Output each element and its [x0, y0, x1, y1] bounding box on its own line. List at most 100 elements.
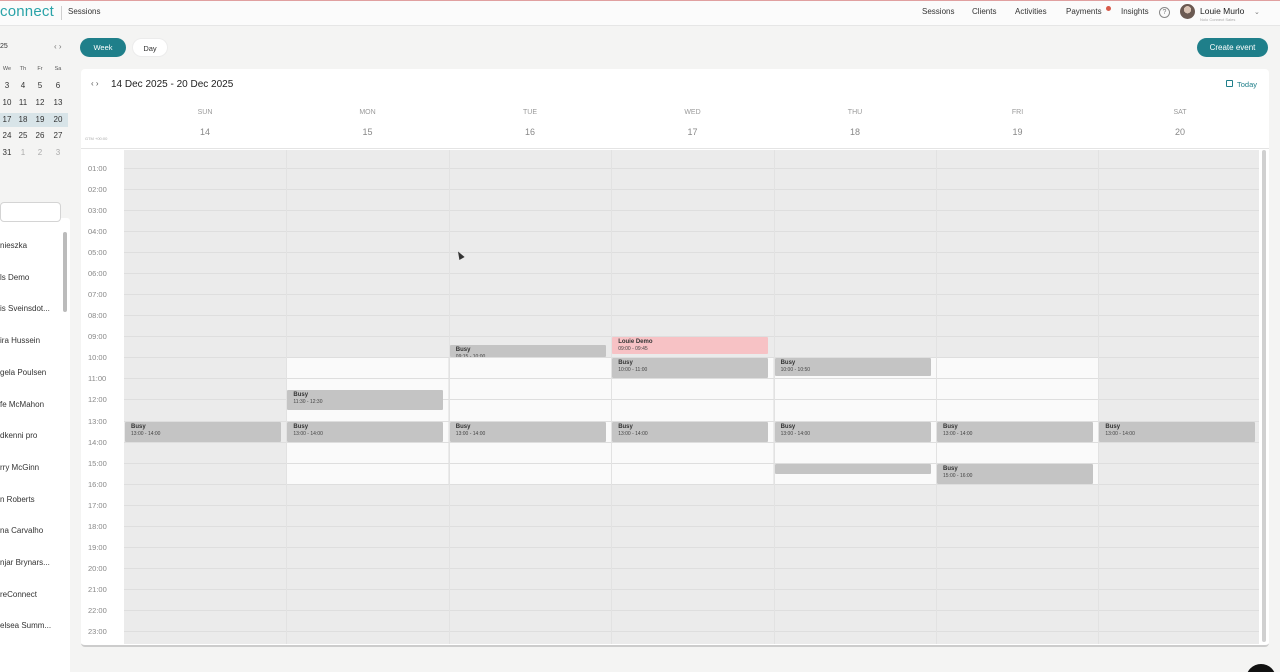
client-list-item[interactable]: ira Hussein	[0, 336, 40, 345]
mini-calendar-day[interactable]: 20	[51, 113, 65, 127]
calendar-event[interactable]: Busy 13:00 - 14:00	[287, 421, 444, 442]
day-column-divider	[1098, 150, 1100, 644]
day-date-label[interactable]: 20	[1155, 127, 1205, 137]
calendar-icon[interactable]	[1226, 80, 1233, 87]
calendar-event[interactable]: Busy 13:00 - 14:00	[612, 421, 769, 442]
calendar-event[interactable]: Busy 15:00 - 16:00	[937, 463, 1093, 484]
client-search-input[interactable]	[0, 202, 61, 222]
client-list-item[interactable]: na Carvalho	[0, 526, 43, 535]
weekday-header: Fr	[37, 66, 43, 72]
mini-calendar-month: 25	[0, 43, 8, 50]
calendar-event[interactable]: Busy 15:00 - 15:10	[774, 463, 931, 475]
hour-label: 21:00	[88, 584, 107, 594]
client-list-item[interactable]: reConnect	[0, 590, 37, 599]
mini-calendar-day[interactable]: 4	[16, 79, 30, 93]
mini-calendar-nav-arrows[interactable]: ‹ ›	[54, 42, 62, 51]
client-list-item[interactable]: n Roberts	[0, 495, 35, 504]
mini-calendar-day[interactable]: 3	[51, 146, 65, 160]
brand-divider	[61, 6, 62, 20]
nav-insights[interactable]: Insights	[1121, 7, 1149, 16]
client-list-item[interactable]: is Sveinsdot...	[0, 304, 50, 313]
calendar-event[interactable]: Busy 13:00 - 14:00	[125, 421, 281, 442]
calendar-scrollbar[interactable]	[1262, 150, 1266, 642]
day-name-label: MON	[359, 109, 376, 116]
user-name[interactable]: Louie Murlo	[1200, 6, 1244, 16]
mini-calendar-day[interactable]: 12	[33, 96, 47, 110]
calendar-event[interactable]: Busy 13:00 - 14:00	[774, 421, 931, 442]
day-date-label[interactable]: 17	[668, 127, 718, 137]
mini-calendar-day[interactable]: 18	[16, 113, 30, 127]
event-time: 13:00 - 14:00	[943, 430, 973, 437]
calendar-event[interactable]: Louie Demo 09:00 - 09:45	[612, 337, 769, 355]
hour-gridline	[124, 315, 1259, 317]
mini-calendar-day[interactable]: 2	[33, 146, 47, 160]
client-list-item[interactable]: nieszka	[0, 241, 27, 250]
day-name-label: SUN	[197, 109, 213, 116]
calendar-event[interactable]: Busy 09:15 - 10:00	[449, 344, 606, 358]
day-date-label[interactable]: 19	[993, 127, 1043, 137]
calendar-event[interactable]: Busy 10:00 - 10:50	[774, 358, 931, 377]
hour-gridline	[124, 504, 1259, 506]
mini-calendar-day[interactable]: 10	[0, 96, 14, 110]
mini-calendar-week-row: 17 18 19 20	[0, 112, 70, 129]
event-time: 15:00 - 16:00	[943, 472, 973, 479]
calendar-event[interactable]: Busy 13:00 - 14:00	[937, 421, 1093, 442]
event-time: 09:00 - 09:45	[618, 346, 648, 353]
brand-logo[interactable]: connect	[0, 3, 54, 20]
mini-calendar-day[interactable]: 1	[16, 146, 30, 160]
create-event-button[interactable]: Create event	[1197, 38, 1268, 57]
calendar-event[interactable]: Busy 13:00 - 14:00	[449, 421, 606, 442]
event-time: 13:00 - 14:00	[780, 430, 811, 437]
event-title: Busy	[455, 423, 471, 430]
client-list-item[interactable]: fe McMahon	[0, 400, 44, 409]
mini-calendar-day[interactable]: 25	[16, 129, 30, 143]
client-list-item[interactable]: rry McGinn	[0, 463, 39, 472]
hour-label: 14:00	[88, 437, 107, 447]
calendar-event[interactable]: Busy 13:00 - 14:00	[1099, 421, 1256, 442]
nav-clients[interactable]: Clients	[972, 7, 996, 16]
chat-launcher-icon[interactable]	[1246, 664, 1276, 672]
hour-gridline	[124, 630, 1259, 632]
day-view-button[interactable]: Day	[132, 38, 168, 57]
day-date-label[interactable]: 14	[180, 127, 230, 137]
day-date-label[interactable]: 16	[505, 127, 555, 137]
mini-calendar-day[interactable]: 27	[51, 129, 65, 143]
nav-sessions[interactable]: Sessions	[922, 7, 954, 16]
mini-calendar-day[interactable]: 3	[0, 79, 14, 93]
avatar[interactable]	[1180, 4, 1195, 19]
mini-calendar-day[interactable]: 6	[51, 79, 65, 93]
mini-calendar-day[interactable]: 19	[33, 113, 47, 127]
day-column-divider	[448, 150, 450, 644]
day-column-divider	[611, 150, 613, 644]
nav-activities[interactable]: Activities	[1015, 7, 1047, 16]
day-date-label[interactable]: 18	[830, 127, 880, 137]
client-list-item[interactable]: ls Demo	[0, 273, 29, 282]
hour-label: 19:00	[88, 542, 107, 552]
day-date-label[interactable]: 15	[343, 127, 393, 137]
mini-calendar-day[interactable]: 26	[33, 129, 47, 143]
hour-gridline	[124, 294, 1259, 296]
client-list-item[interactable]: gela Poulsen	[0, 368, 46, 377]
user-subtitle: Nolo Connect Sales	[1200, 17, 1236, 22]
calendar-event[interactable]: Busy 11:30 - 12:30	[287, 389, 444, 410]
range-nav-arrows[interactable]: ‹ ›	[91, 79, 99, 88]
calendar-app: { "app": { "brand": "connect", "section"…	[0, 0, 1280, 672]
mini-calendar-day[interactable]: 13	[51, 96, 65, 110]
mini-calendar-day[interactable]: 5	[33, 79, 47, 93]
client-list-item[interactable]: dkenni pro	[0, 431, 37, 440]
today-button[interactable]: Today	[1237, 80, 1257, 89]
week-view-button[interactable]: Week	[80, 38, 126, 57]
mini-calendar-day[interactable]: 11	[16, 96, 30, 110]
client-list-item[interactable]: elsea Summ...	[0, 621, 51, 630]
client-list-scrollbar[interactable]	[63, 232, 67, 312]
mini-calendar-day[interactable]: 17	[0, 113, 14, 127]
mini-calendar-day[interactable]: 24	[0, 129, 14, 143]
calendar-event[interactable]: Busy 10:00 - 11:00	[612, 358, 769, 379]
weekday-header: Sa	[54, 66, 62, 72]
chevron-down-icon[interactable]: ⌄	[1254, 8, 1260, 16]
mini-calendar-day[interactable]: 31	[0, 146, 14, 160]
help-icon[interactable]: ?	[1159, 7, 1170, 18]
client-list-item[interactable]: njar Brynars...	[0, 558, 50, 567]
hour-label: 06:00	[88, 269, 107, 279]
nav-payments[interactable]: Payments	[1066, 7, 1102, 16]
